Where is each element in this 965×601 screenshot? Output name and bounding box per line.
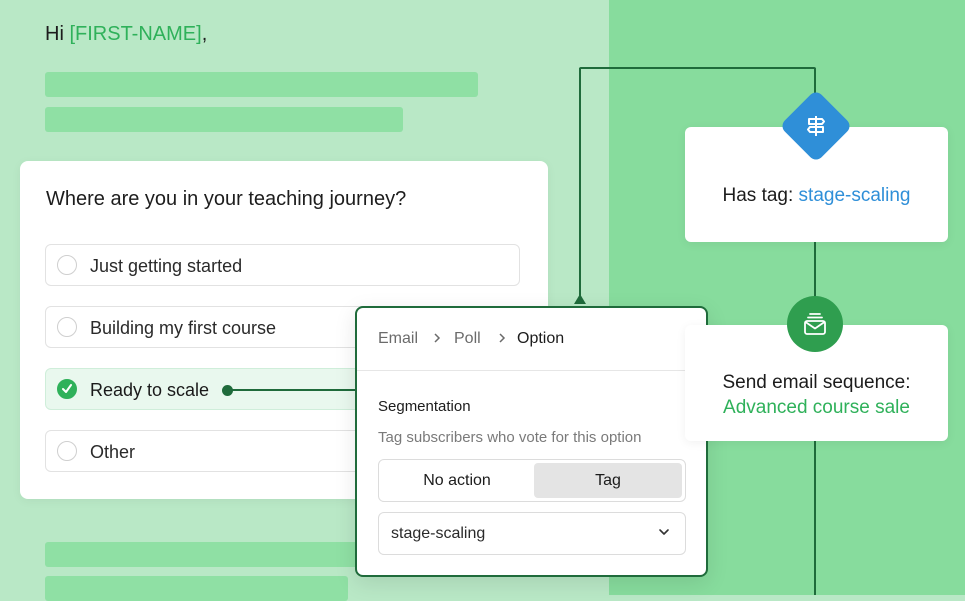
placeholder-line: [45, 107, 403, 132]
chevron-down-icon: [659, 529, 669, 535]
option-settings-panel: Email Poll Option Segmentation Tag subsc…: [355, 306, 708, 577]
mail-stack-icon: [804, 313, 826, 335]
checkmark-icon: [62, 384, 72, 393]
connector-line: [579, 68, 581, 304]
action-label: Send email sequence:: [722, 372, 911, 393]
action-sequence-name: Advanced course sale: [723, 397, 910, 418]
connector-line: [579, 67, 816, 69]
divider: [357, 370, 706, 371]
condition-text: Has tag: stage-scaling: [685, 185, 948, 207]
radio-button[interactable]: [57, 255, 77, 275]
poll-question: Where are you in your teaching journey?: [46, 188, 407, 210]
placeholder-line: [45, 542, 360, 567]
tag-select[interactable]: stage-scaling: [378, 512, 686, 555]
breadcrumb-poll[interactable]: Poll: [454, 330, 481, 348]
condition-label: Has tag:: [722, 185, 799, 206]
radio-button-checked[interactable]: [57, 379, 77, 399]
breadcrumb-option: Option: [517, 330, 565, 347]
segmentation-title: Segmentation: [378, 398, 471, 415]
greeting-suffix: ,: [201, 23, 208, 45]
chevron-right-icon: [499, 333, 506, 343]
breadcrumb-email[interactable]: Email: [378, 330, 418, 348]
radio-button[interactable]: [57, 317, 77, 337]
poll-option-label: Other: [90, 442, 136, 462]
no-action-toggle-option[interactable]: No action: [382, 463, 532, 498]
segmentation-subtitle: Tag subscribers who vote for this option: [378, 429, 642, 446]
poll-option-label: Building my first course: [90, 318, 277, 338]
connector-line: [230, 389, 357, 391]
radio-button[interactable]: [57, 441, 77, 461]
email-greeting: Hi [FIRST-NAME],: [45, 23, 207, 46]
greeting-prefix: Hi: [45, 23, 70, 45]
tag-toggle-option[interactable]: Tag: [534, 463, 682, 498]
connector-arrow-icon: [574, 294, 586, 304]
segmentation-toggle: No action Tag: [378, 459, 686, 502]
signpost-icon: [807, 116, 825, 136]
poll-option-label: Just getting started: [90, 256, 243, 276]
placeholder-line: [45, 576, 348, 601]
condition-tag-value: stage-scaling: [798, 185, 911, 206]
connector-line: [814, 441, 816, 595]
chevron-right-icon: [434, 333, 441, 343]
tag-select-value: stage-scaling: [391, 525, 486, 542]
poll-option[interactable]: Just getting started: [45, 244, 520, 286]
placeholder-line: [45, 72, 478, 97]
poll-option-label: Ready to scale: [90, 380, 210, 400]
first-name-merge-tag: [FIRST-NAME]: [69, 23, 202, 45]
